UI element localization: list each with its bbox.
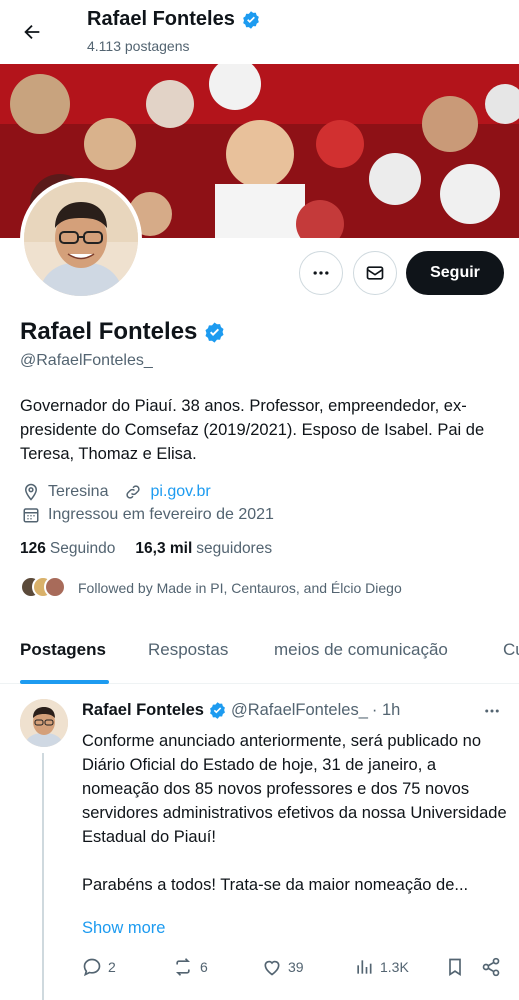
- followers-stat[interactable]: 16,3 mil seguidores: [135, 540, 272, 558]
- repost-button[interactable]: 6: [172, 957, 208, 977]
- mail-icon: [366, 266, 384, 280]
- profile-handle: @RafaelFonteles_: [20, 352, 153, 369]
- tab-midia[interactable]: meios de comunicação: [274, 640, 448, 660]
- profile-joined-date: Ingressou em fevereiro de 2021: [48, 506, 274, 523]
- views-icon: [357, 960, 372, 974]
- like-button[interactable]: 39: [262, 957, 304, 977]
- tab-curtidas[interactable]: Cu: [503, 640, 519, 660]
- followed-by-avatars: [20, 576, 70, 600]
- post-header: Rafael Fonteles @RafaelFonteles_ · 1h: [82, 701, 400, 720]
- reply-count: 2: [108, 959, 116, 975]
- back-button[interactable]: [18, 18, 46, 46]
- followed-by-row[interactable]: Followed by Made in PI, Centauros, and É…: [20, 574, 402, 602]
- post-text: Conforme anunciado anteriormente, será p…: [82, 732, 507, 894]
- followers-label: seguidores: [196, 540, 273, 557]
- profile-tabs: Postagens Respostas meios de comunicação…: [0, 628, 519, 684]
- link-icon: [122, 481, 144, 503]
- calendar-icon: [20, 504, 42, 526]
- profile-avatar[interactable]: [20, 178, 142, 300]
- more-icon: [313, 271, 329, 275]
- header-post-count: 4.113 postagens: [87, 38, 190, 54]
- bookmark-button[interactable]: [445, 957, 471, 977]
- location-icon: [20, 481, 42, 503]
- post-more-button[interactable]: [480, 701, 504, 721]
- following-count: 126: [20, 540, 46, 557]
- bookmark-icon: [449, 958, 461, 977]
- views-count: 1.3K: [380, 959, 409, 975]
- avatar-image: [20, 699, 68, 747]
- show-more-link[interactable]: Show more: [82, 919, 165, 938]
- like-count: 39: [288, 959, 304, 975]
- back-arrow-icon: [24, 24, 40, 40]
- top-header: Rafael Fonteles 4.113 postagens: [0, 0, 519, 64]
- profile-name: Rafael Fonteles: [20, 318, 226, 346]
- reply-button[interactable]: 2: [82, 957, 116, 977]
- profile-website-link[interactable]: pi.gov.br: [150, 483, 210, 501]
- following-label: Seguindo: [49, 540, 116, 557]
- views-button[interactable]: 1.3K: [354, 957, 409, 977]
- followed-by-text: Followed by Made in PI, Centauros, and É…: [78, 580, 402, 596]
- profile-bio: Governador do Piauí. 38 anos. Professor,…: [20, 397, 485, 463]
- active-tab-indicator: [20, 680, 109, 684]
- post-author-name[interactable]: Rafael Fonteles: [82, 701, 204, 720]
- tab-respostas[interactable]: Respostas: [148, 640, 228, 660]
- repost-count: 6: [200, 959, 208, 975]
- header-name-text: Rafael Fonteles: [87, 8, 235, 30]
- repost-icon: [175, 958, 191, 976]
- more-options-button[interactable]: [299, 251, 343, 295]
- share-button[interactable]: [481, 957, 507, 977]
- post-author-avatar[interactable]: [20, 699, 68, 747]
- follow-button[interactable]: Seguir: [406, 251, 504, 295]
- post-author-handle[interactable]: @RafaelFonteles_: [231, 701, 368, 720]
- profile-location: Teresina: [48, 483, 109, 500]
- more-icon: [485, 709, 499, 713]
- avatar-image: [24, 182, 138, 296]
- post-item[interactable]: Rafael Fonteles @RafaelFonteles_ · 1h Co…: [0, 685, 519, 1000]
- reply-icon: [83, 958, 101, 977]
- followers-count: 16,3 mil: [135, 540, 193, 557]
- following-stat[interactable]: 126 Seguindo: [20, 540, 115, 558]
- profile-stats: 126 Seguindo 16,3 mil seguidores: [20, 540, 272, 558]
- verified-badge-icon[interactable]: [203, 321, 226, 344]
- profile-name-text: Rafael Fonteles: [20, 318, 198, 345]
- message-button[interactable]: [353, 251, 397, 295]
- profile-meta-joined-row: Ingressou em fevereiro de 2021: [20, 504, 274, 526]
- verified-badge-icon: [242, 10, 259, 29]
- post-timestamp[interactable]: · 1h: [372, 701, 400, 720]
- header-title: Rafael Fonteles: [87, 8, 261, 31]
- avatar: [44, 576, 66, 598]
- share-icon: [482, 957, 500, 977]
- profile-meta-location-row: Teresina pi.gov.br: [20, 481, 211, 503]
- verified-badge-icon: [210, 702, 225, 719]
- like-icon: [264, 960, 280, 976]
- tab-postagens[interactable]: Postagens: [20, 640, 106, 660]
- post-actions: 2 6 39 1.3K: [0, 957, 519, 981]
